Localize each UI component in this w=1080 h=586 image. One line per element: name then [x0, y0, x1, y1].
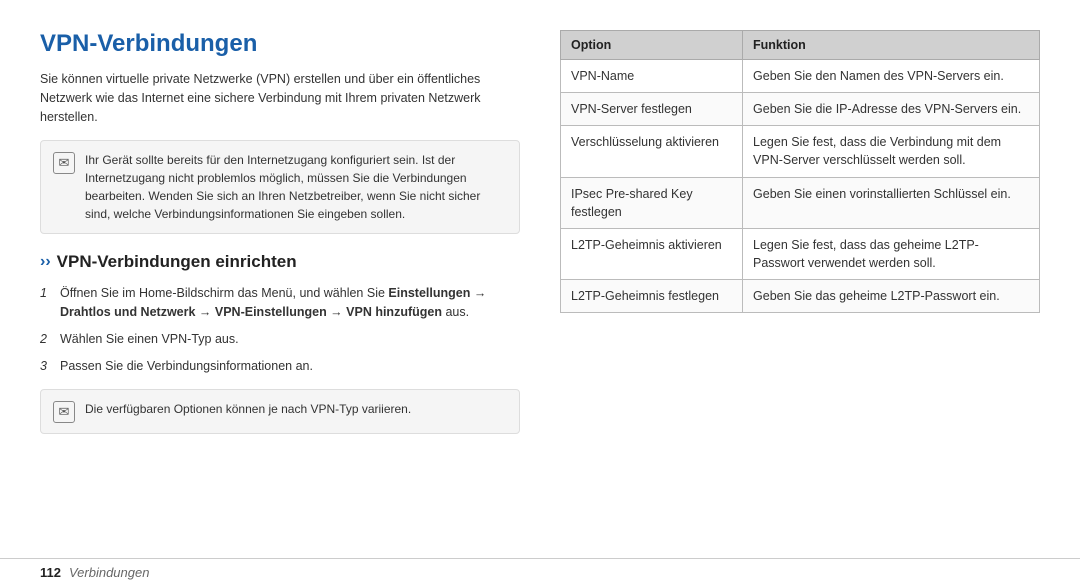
table-cell-option: L2TP-Geheimnis aktivieren [561, 228, 743, 279]
step-2: 2 Wählen Sie einen VPN-Typ aus. [40, 330, 520, 349]
table-cell-funktion: Geben Sie die IP-Adresse des VPN-Servers… [743, 93, 1040, 126]
note-box-2: ✉ Die verfügbaren Optionen können je nac… [40, 389, 520, 434]
table-row: L2TP-Geheimnis festlegenGeben Sie das ge… [561, 280, 1040, 313]
page-footer: 112 Verbindungen [0, 558, 1080, 586]
steps-list: 1 Öffnen Sie im Home-Bildschirm das Menü… [40, 284, 520, 375]
chevron-icon: ›› [40, 253, 51, 271]
table-cell-funktion: Legen Sie fest, dass die Verbindung mit … [743, 126, 1040, 177]
table-header-funktion: Funktion [743, 31, 1040, 60]
step-3: 3 Passen Sie die Verbindungsinformatione… [40, 357, 520, 376]
step-2-text: Wählen Sie einen VPN-Typ aus. [60, 330, 520, 349]
table-body: VPN-NameGeben Sie den Namen des VPN-Serv… [561, 60, 1040, 313]
section-title: ›› VPN-Verbindungen einrichten [40, 252, 520, 272]
page-number: 112 [40, 565, 61, 580]
section-title-text: VPN-Verbindungen einrichten [57, 252, 297, 272]
note-text-1: Ihr Gerät sollte bereits für den Interne… [85, 151, 507, 223]
table-cell-option: VPN-Name [561, 60, 743, 93]
step-1-text: Öffnen Sie im Home-Bildschirm das Menü, … [60, 284, 520, 322]
step-1-num: 1 [40, 284, 52, 303]
note-text-2: Die verfügbaren Optionen können je nach … [85, 400, 411, 418]
table-header-option: Option [561, 31, 743, 60]
step-3-num: 3 [40, 357, 52, 376]
options-table: Option Funktion VPN-NameGeben Sie den Na… [560, 30, 1040, 313]
step-1: 1 Öffnen Sie im Home-Bildschirm das Menü… [40, 284, 520, 322]
step-2-num: 2 [40, 330, 52, 349]
table-cell-option: L2TP-Geheimnis festlegen [561, 280, 743, 313]
note-box-1: ✉ Ihr Gerät sollte bereits für den Inter… [40, 140, 520, 234]
table-row: VPN-NameGeben Sie den Namen des VPN-Serv… [561, 60, 1040, 93]
intro-text: Sie können virtuelle private Netzwerke (… [40, 70, 520, 126]
note-icon-1: ✉ [53, 152, 75, 174]
table-cell-option: IPsec Pre-shared Key festlegen [561, 177, 743, 228]
table-cell-funktion: Legen Sie fest, dass das geheime L2TP-Pa… [743, 228, 1040, 279]
step-3-text: Passen Sie die Verbindungsinformationen … [60, 357, 520, 376]
table-cell-option: Verschlüsselung aktivieren [561, 126, 743, 177]
table-row: Verschlüsselung aktivierenLegen Sie fest… [561, 126, 1040, 177]
table-row: IPsec Pre-shared Key festlegenGeben Sie … [561, 177, 1040, 228]
table-cell-funktion: Geben Sie einen vorinstallierten Schlüss… [743, 177, 1040, 228]
note-icon-2: ✉ [53, 401, 75, 423]
table-header-row: Option Funktion [561, 31, 1040, 60]
table-cell-funktion: Geben Sie den Namen des VPN-Servers ein. [743, 60, 1040, 93]
page-title: VPN-Verbindungen [40, 30, 520, 58]
footer-label: Verbindungen [69, 565, 149, 580]
table-row: VPN-Server festlegenGeben Sie die IP-Adr… [561, 93, 1040, 126]
table-row: L2TP-Geheimnis aktivierenLegen Sie fest,… [561, 228, 1040, 279]
table-cell-option: VPN-Server festlegen [561, 93, 743, 126]
left-column: VPN-Verbindungen Sie können virtuelle pr… [40, 30, 520, 538]
right-column: Option Funktion VPN-NameGeben Sie den Na… [560, 30, 1040, 538]
table-cell-funktion: Geben Sie das geheime L2TP-Passwort ein. [743, 280, 1040, 313]
